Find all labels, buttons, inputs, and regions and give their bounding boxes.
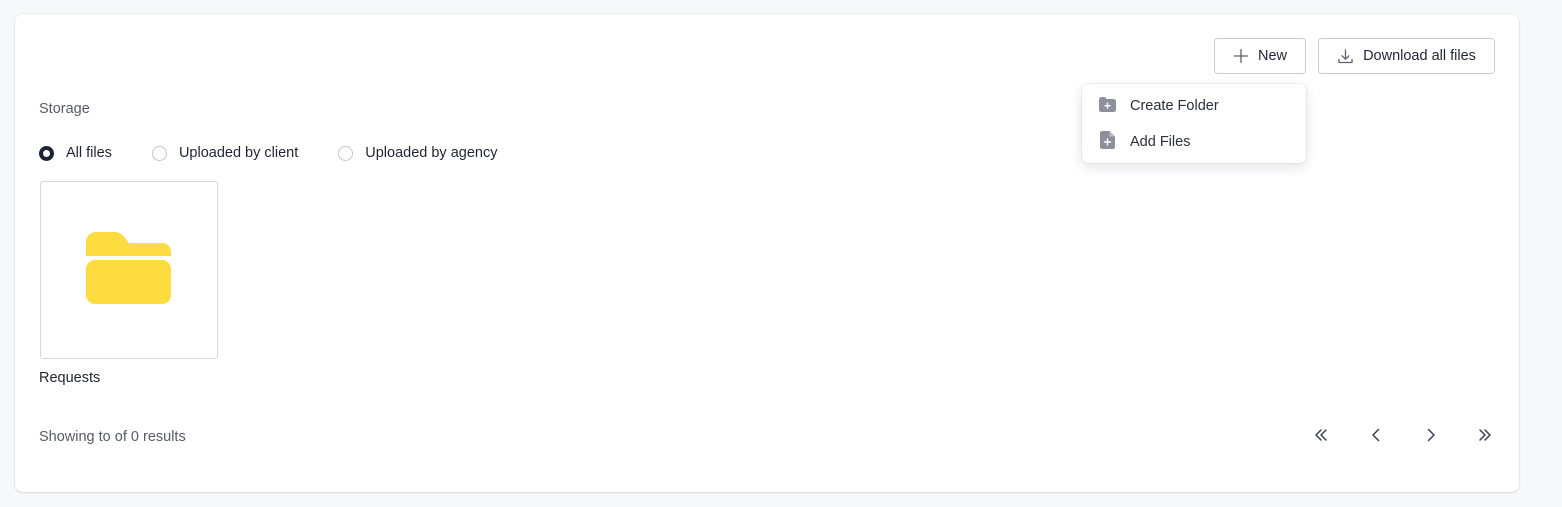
filter-label: All files bbox=[66, 145, 112, 161]
menu-item-label: Add Files bbox=[1130, 134, 1191, 150]
chevron-left-icon bbox=[1368, 427, 1384, 448]
filter-uploaded-by-client[interactable]: Uploaded by client bbox=[151, 145, 299, 161]
download-all-label: Download all files bbox=[1363, 48, 1476, 64]
menu-item-label: Create Folder bbox=[1130, 98, 1219, 114]
chevrons-right-icon bbox=[1477, 427, 1493, 448]
folder-name: Requests bbox=[39, 370, 101, 386]
menu-item-create-folder[interactable]: Create Folder bbox=[1082, 88, 1306, 124]
filter-uploaded-by-agency[interactable]: Uploaded by agency bbox=[338, 145, 497, 161]
radio-unchecked-icon bbox=[151, 145, 167, 161]
folder-icon bbox=[86, 231, 172, 310]
file-plus-icon bbox=[1100, 131, 1115, 153]
folder-plus-icon bbox=[1099, 96, 1116, 116]
plus-icon bbox=[1233, 48, 1249, 64]
last-page-button[interactable] bbox=[1474, 427, 1496, 447]
download-all-button[interactable]: Download all files bbox=[1318, 38, 1495, 74]
first-page-button[interactable] bbox=[1310, 427, 1332, 447]
storage-heading: Storage bbox=[39, 101, 90, 117]
pagination-summary: Showing to of 0 results bbox=[39, 429, 186, 445]
chevron-right-icon bbox=[1423, 427, 1439, 448]
chevrons-left-icon bbox=[1313, 427, 1329, 448]
new-dropdown-menu: Create Folder Add Files bbox=[1082, 84, 1306, 163]
radio-unchecked-icon bbox=[338, 145, 354, 161]
file-filter-group: All files Uploaded by client Uploaded by… bbox=[39, 145, 537, 161]
new-button-label: New bbox=[1257, 48, 1287, 64]
radio-checked-icon bbox=[39, 145, 54, 161]
filter-label: Uploaded by agency bbox=[365, 145, 498, 161]
download-icon bbox=[1337, 48, 1354, 65]
previous-page-button[interactable] bbox=[1365, 427, 1387, 447]
new-button[interactable]: New bbox=[1214, 38, 1306, 74]
folder-tile-requests[interactable] bbox=[40, 181, 218, 359]
filter-all-files[interactable]: All files bbox=[39, 145, 112, 161]
filter-label: Uploaded by client bbox=[178, 145, 299, 161]
menu-item-add-files[interactable]: Add Files bbox=[1082, 124, 1306, 160]
next-page-button[interactable] bbox=[1420, 427, 1442, 447]
